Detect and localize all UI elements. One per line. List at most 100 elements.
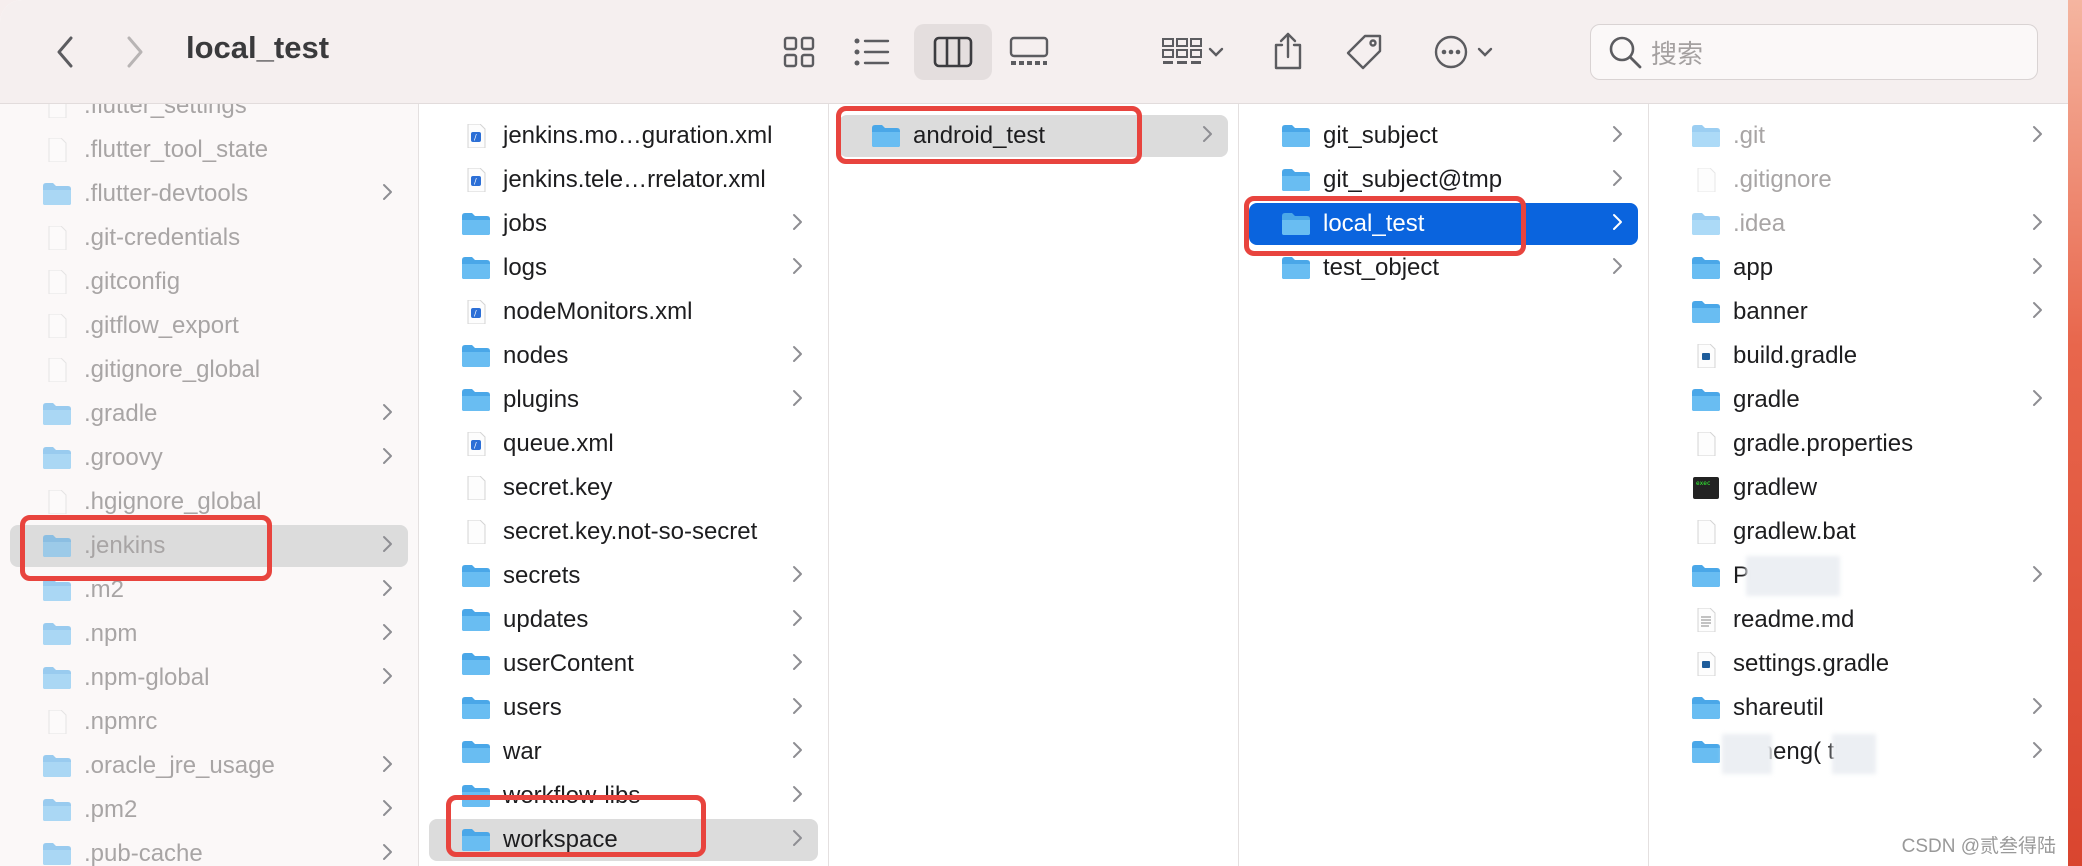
list-item[interactable]: workspace <box>429 819 818 861</box>
list-item[interactable]: war <box>429 731 818 773</box>
text-file-icon <box>1691 607 1721 633</box>
folder-icon <box>461 212 491 236</box>
item-label: queue.xml <box>503 430 614 457</box>
list-item[interactable]: .flutter_tool_state <box>10 129 408 171</box>
list-item[interactable]: .pm2 <box>10 789 408 831</box>
column-android-test[interactable]: git_subject git_subject@tmp local_test test… <box>1239 104 1648 866</box>
list-item[interactable]: secrets <box>429 555 818 597</box>
list-item[interactable]: .oracle_jre_usage <box>10 745 408 787</box>
folder-icon <box>461 564 491 588</box>
list-item[interactable]: updates <box>429 599 818 641</box>
column-workspace[interactable]: android_test <box>829 104 1238 866</box>
folder-icon <box>461 388 491 412</box>
chevron-right-icon <box>792 652 808 676</box>
list-item[interactable]: .pub-cache <box>10 833 408 866</box>
item-label: .idea <box>1733 210 1786 237</box>
list-item[interactable]: git_subject <box>1249 115 1638 157</box>
list-item[interactable]: .gitignore <box>1659 159 2058 201</box>
list-item[interactable]: .npmrc <box>10 701 408 743</box>
tags-button[interactable] <box>1344 30 1384 74</box>
xml-file-icon: / <box>461 431 491 457</box>
item-label: .gitignore <box>1733 166 1832 193</box>
xml-file-icon: / <box>461 167 491 193</box>
list-item[interactable]: exec gradlew <box>1659 467 2058 509</box>
columns-icon <box>933 36 973 68</box>
chevron-right-icon <box>1612 168 1628 192</box>
item-label: workflow-libs <box>503 782 641 809</box>
list-item[interactable]: / nodeMonitors.xml <box>429 291 818 333</box>
document-icon <box>42 269 72 295</box>
list-item[interactable]: gradle.properties <box>1659 423 2058 465</box>
list-item[interactable]: app <box>1659 247 2058 289</box>
list-item[interactable]: .npm <box>10 613 408 655</box>
list-item[interactable]: Pu Sl <box>1659 555 2058 597</box>
item-label: .npm-global <box>84 664 210 691</box>
list-item[interactable]: local_test <box>1249 203 1638 245</box>
folder-icon <box>42 534 72 558</box>
folder-icon <box>871 124 901 148</box>
list-item[interactable]: / queue.xml <box>429 423 818 465</box>
list-item[interactable]: .npm-global <box>10 657 408 699</box>
list-item[interactable]: .flutter-devtools <box>10 173 408 215</box>
list-item[interactable]: workflow-libs <box>429 775 818 817</box>
back-button[interactable] <box>50 32 80 72</box>
list-item[interactable]: gradle <box>1659 379 2058 421</box>
list-item[interactable]: logs <box>429 247 818 289</box>
item-label: .gitignore_global <box>84 356 261 383</box>
share-button[interactable] <box>1270 28 1306 74</box>
item-label: workspace <box>503 826 618 853</box>
chevron-right-icon <box>382 446 398 470</box>
folder-icon <box>42 446 72 470</box>
list-item[interactable]: jobs <box>429 203 818 245</box>
list-item[interactable]: .hgignore_global <box>10 481 408 523</box>
chevron-right-icon <box>2032 696 2048 720</box>
folder-icon <box>461 696 491 720</box>
list-item[interactable]: users <box>429 687 818 729</box>
xml-file-icon: / <box>461 123 491 149</box>
more-actions-button[interactable] <box>1428 30 1498 74</box>
column-view-button[interactable] <box>932 32 974 72</box>
list-item[interactable]: .flutter_settings <box>10 104 408 127</box>
column-jenkins[interactable]: / jenkins.mo…guration.xml / jenkins.tele…rr… <box>419 104 828 866</box>
forward-button[interactable] <box>120 32 150 72</box>
redaction-blur <box>1722 734 1772 774</box>
list-item[interactable]: / jenkins.mo…guration.xml <box>429 115 818 157</box>
list-item[interactable]: nodes <box>429 335 818 377</box>
list-item[interactable]: plugins <box>429 379 818 421</box>
list-item[interactable]: .gitignore_global <box>10 349 408 391</box>
list-item[interactable]: readme.md <box>1659 599 2058 641</box>
list-item[interactable]: .gradle <box>10 393 408 435</box>
group-by-button[interactable] <box>1158 32 1228 72</box>
item-label: jenkins.tele…rrelator.xml <box>503 166 766 193</box>
chevron-right-icon <box>1612 124 1628 148</box>
item-label: .git-credentials <box>84 224 241 251</box>
document-icon <box>42 137 72 163</box>
list-item[interactable]: git_subject@tmp <box>1249 159 1638 201</box>
list-item[interactable]: .gitflow_export <box>10 305 408 347</box>
list-item[interactable]: .git-credentials <box>10 217 408 259</box>
svg-text:/: / <box>474 309 477 318</box>
group-grid-icon <box>1162 38 1202 64</box>
list-item[interactable]: banner <box>1659 291 2058 333</box>
list-item[interactable]: .m2 <box>10 569 408 611</box>
column-home[interactable]: .flutter_settings .flutter_tool_state .flu… <box>0 104 418 866</box>
list-item[interactable]: android_test <box>839 115 1228 157</box>
list-item[interactable]: shareutil <box>1659 687 2058 729</box>
search-field[interactable]: 搜索 <box>1590 24 2038 80</box>
list-item[interactable]: build.gradle <box>1659 335 2058 377</box>
list-item[interactable]: .gitconfig <box>10 261 408 303</box>
list-item[interactable]: secret.key <box>429 467 818 509</box>
list-item[interactable]: secret.key.not-so-secret <box>429 511 818 553</box>
list-item[interactable]: .jenkins <box>10 525 408 567</box>
list-item[interactable]: settings.gradle <box>1659 643 2058 685</box>
list-item[interactable]: .idea <box>1659 203 2058 245</box>
gallery-view-button[interactable] <box>1008 32 1050 72</box>
list-item[interactable]: .groovy <box>10 437 408 479</box>
list-item[interactable]: userContent <box>429 643 818 685</box>
icon-view-button[interactable] <box>780 32 818 72</box>
list-item[interactable]: test_object <box>1249 247 1638 289</box>
list-view-button[interactable] <box>852 32 892 72</box>
list-item[interactable]: gradlew.bat <box>1659 511 2058 553</box>
list-item[interactable]: .git <box>1659 115 2058 157</box>
list-item[interactable]: / jenkins.tele…rrelator.xml <box>429 159 818 201</box>
